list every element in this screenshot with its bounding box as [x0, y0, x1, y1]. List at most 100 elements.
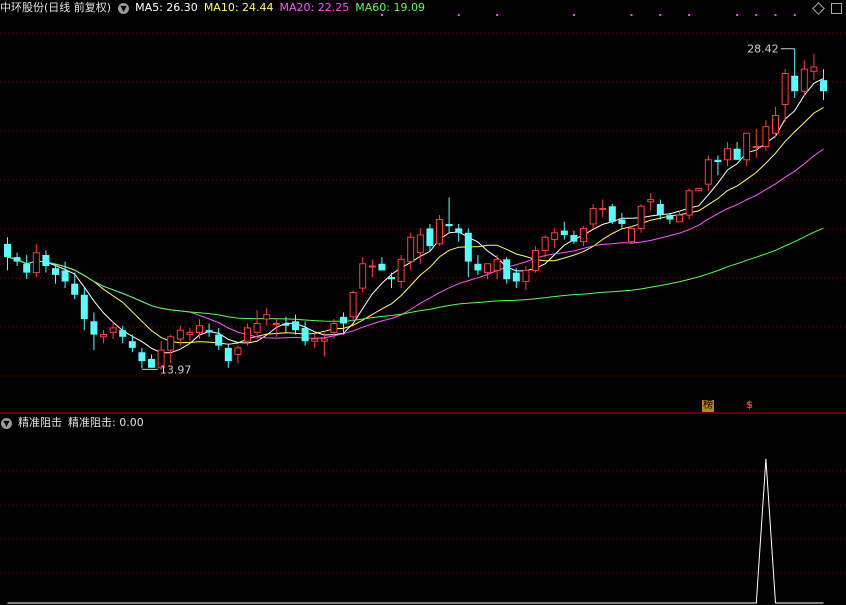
- candle-body: [484, 263, 491, 274]
- square-icon[interactable]: [831, 3, 842, 14]
- candle-body: [61, 270, 69, 282]
- candle: [589, 204, 597, 229]
- candle-body: [301, 327, 309, 342]
- candle-body: [724, 148, 731, 161]
- candle: [13, 252, 21, 266]
- candle-body: [205, 330, 213, 333]
- candle-body: [378, 263, 386, 271]
- candle-body: [263, 314, 271, 320]
- candle-body: [244, 327, 251, 342]
- candle: [359, 257, 367, 293]
- candle-body: [128, 341, 136, 348]
- candle: [560, 221, 568, 240]
- candle-body: [522, 269, 530, 282]
- candle: [772, 106, 779, 138]
- sub-header: ▼ 精准阻击 精准阻击: 0.00: [0, 415, 144, 431]
- candle-body: [320, 338, 328, 342]
- candle-body: [186, 331, 194, 336]
- candle-body: [359, 263, 367, 289]
- candle-body: [272, 323, 280, 326]
- candle-body: [455, 228, 463, 233]
- candle: [349, 290, 357, 322]
- candle-body: [42, 254, 50, 266]
- candle-body: [4, 243, 11, 258]
- candle-body: [733, 148, 741, 160]
- candle: [791, 48, 799, 98]
- candle-body: [762, 126, 770, 148]
- candle: [599, 199, 607, 218]
- candle: [474, 254, 482, 275]
- candle-body: [90, 321, 98, 335]
- signal-dot: [688, 14, 691, 16]
- candle: [656, 199, 664, 220]
- chevron-down-icon[interactable]: ▼: [118, 2, 130, 14]
- candle: [752, 128, 760, 158]
- candle-body: [704, 159, 712, 185]
- candle-body: [100, 334, 107, 338]
- candle: [138, 347, 146, 369]
- candle-body: [109, 327, 117, 333]
- low-price-label: 13.97: [160, 363, 192, 376]
- candle-body: [685, 190, 693, 216]
- candle-body: [570, 235, 578, 242]
- candle-body: [426, 228, 434, 247]
- signal-dot: [457, 14, 460, 16]
- candle: [493, 254, 501, 280]
- candle: [714, 155, 722, 176]
- ma10-value: MA10: 24.44: [203, 1, 274, 14]
- candle: [205, 323, 213, 337]
- ma5-value: MA5: 26.30: [135, 1, 198, 14]
- candle-body: [80, 294, 88, 320]
- candle-body: [436, 219, 443, 245]
- rank-badge[interactable]: 榜: [702, 400, 714, 412]
- candle-body: [253, 323, 261, 333]
- candle: [781, 69, 789, 123]
- candle: [743, 132, 751, 167]
- sub-indicator-value: 精准阻击: 0.00: [68, 416, 144, 429]
- candle-body: [368, 265, 376, 268]
- candle: [292, 314, 299, 335]
- candle-body: [714, 159, 722, 163]
- candle-body: [282, 323, 290, 326]
- candle-body: [512, 272, 520, 282]
- candlestick-layer[interactable]: [4, 48, 827, 370]
- signal-dot: [659, 14, 662, 16]
- candle-body: [13, 257, 21, 262]
- ma10-line: [7, 106, 824, 345]
- candle: [676, 210, 683, 223]
- signal-dot: [755, 14, 758, 16]
- candle: [100, 330, 107, 344]
- candle-body: [580, 227, 587, 243]
- main-header: 中环股份(日线 前复权) ▼ MA5: 26.30 MA10: 24.44 MA…: [0, 0, 425, 16]
- chevron-down-icon[interactable]: ▼: [1, 417, 12, 429]
- candle-body: [628, 227, 635, 243]
- sub-indicator-name[interactable]: 精准阻击: [18, 416, 62, 430]
- candle-body: [407, 236, 415, 263]
- candle: [522, 265, 530, 291]
- candle-body: [148, 358, 155, 368]
- indicator-layer: [7, 458, 824, 604]
- candle: [378, 257, 386, 271]
- candle-body: [388, 277, 395, 280]
- ma60-line: [7, 227, 824, 322]
- candle-body: [445, 223, 453, 227]
- candle-body: [791, 75, 799, 92]
- candle: [800, 60, 808, 96]
- candle: [445, 197, 453, 233]
- candle-body: [167, 336, 175, 351]
- candle-body: [541, 236, 549, 252]
- candle: [666, 212, 674, 224]
- high-price-label: 28.42: [747, 43, 779, 56]
- candle-body: [676, 214, 683, 223]
- candle: [426, 223, 434, 251]
- candle-body: [215, 334, 223, 346]
- money-badge[interactable]: $: [746, 400, 753, 412]
- candle-body: [311, 338, 319, 342]
- candle-body: [196, 325, 203, 333]
- stock-title[interactable]: 中环股份(日线 前复权): [0, 1, 111, 15]
- candle: [167, 334, 175, 364]
- candle-body: [330, 323, 338, 333]
- candle: [215, 327, 223, 351]
- candle-body: [71, 283, 79, 295]
- candle: [80, 288, 88, 331]
